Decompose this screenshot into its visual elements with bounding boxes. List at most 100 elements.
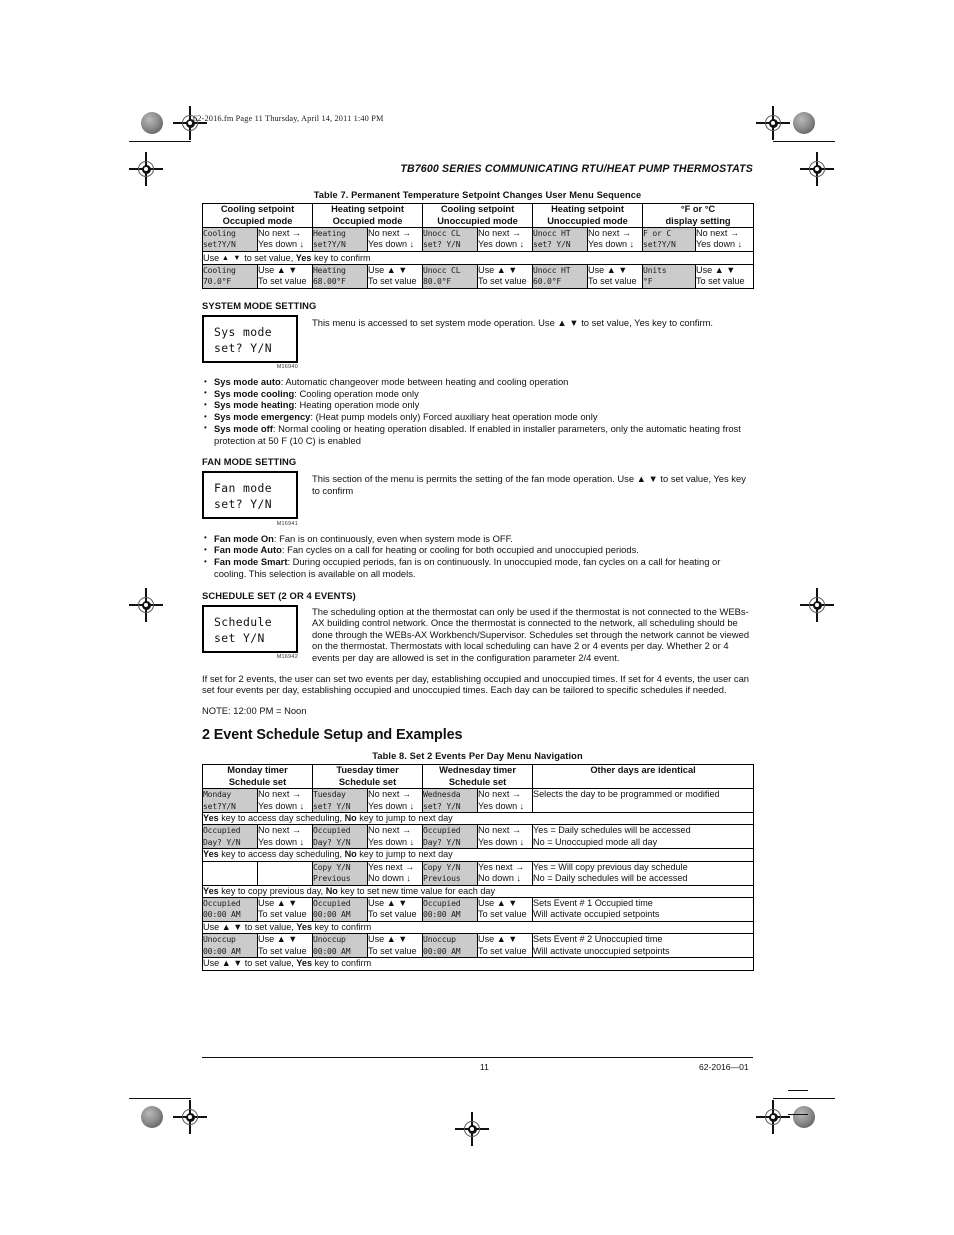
- fan-mode-heading: FAN MODE SETTING: [202, 456, 297, 468]
- yes-key-label: Yes: [295, 252, 312, 263]
- registration-mark-right: [800, 152, 834, 186]
- lcd-screen-cell: Unoccup 00:00 AM: [202, 933, 258, 959]
- table8-instruction-row: Yes key to copy previous day, No key to …: [201, 884, 755, 898]
- lcd-screen-cell: Occupied 00:00 AM: [202, 897, 258, 922]
- lcd-screen-cell: Unoccup 00:00 AM: [422, 933, 479, 959]
- key-action-cell: Use ▲ ▼ To set value: [587, 264, 644, 289]
- table7-permanent-setpoint-menu: Cooling setpoint Occupied mode Heating set…: [201, 202, 755, 289]
- footer-rule: [202, 1057, 753, 1059]
- key-action-cell: Use ▲ ▼ To set value: [477, 264, 534, 289]
- empty-cell: [256, 860, 314, 886]
- lcd-screen-cell: Heating 68.00°F: [312, 264, 368, 289]
- table8-caption: Table 8. Set 2 Events Per Day Menu Navig…: [372, 751, 583, 762]
- table8-column-header: Wednesday timer Schedule set: [422, 764, 534, 790]
- bullet-term: Sys mode heating: [214, 399, 295, 411]
- bullet-term: Sys mode auto: [214, 376, 281, 387]
- system-mode-bullet-list: Sys mode auto: Automatic changeover mode…: [202, 376, 753, 446]
- halftone-dot-bottom-left: [141, 1106, 163, 1128]
- bullet-item: Fan mode Smart: During occupied periods,…: [202, 556, 753, 579]
- table8-header-row: Monday timer Schedule set Tuesday timer Sch…: [201, 764, 755, 790]
- bullet-term: Sys mode cooling: [214, 387, 295, 399]
- lcd-line-1: Fan mode: [214, 481, 273, 496]
- trim-line-top-right: [773, 141, 835, 143]
- schedule-set-block: Schedule set Y/N M16942 The scheduling o…: [202, 604, 753, 664]
- key-action-cell: Yes next → No down ↓: [367, 860, 424, 886]
- key-action-cell: No next → Yes down ↓: [477, 788, 534, 813]
- table8-column-header: Tuesday timer Schedule set: [312, 764, 424, 790]
- registration-mark-right-lower: [800, 588, 834, 622]
- lcd-line-2: set? Y/N: [214, 340, 273, 355]
- table8-column-header: Monday timer Schedule set: [201, 764, 314, 790]
- table8-data-row: Monday set?Y/N No next → Yes down ↓ Tuesday s…: [202, 788, 755, 813]
- lcd-screen-cell: Heating set?Y/N: [312, 227, 368, 252]
- description-cell: Sets Event # 1 Occupied time Will activat…: [532, 897, 755, 922]
- figure-number-m16940: M16940: [276, 364, 298, 370]
- key-action-cell: Yes next → No down ↓: [477, 860, 534, 886]
- filename-timestamp-stamp: 62-2016.fm Page 11 Thursday, April 14, 2…: [193, 114, 384, 123]
- key-action-cell: No next → Yes down ↓: [256, 824, 314, 850]
- table8-data-row: Copy Y/N Previous Yes next → No down ↓ Copy …: [202, 860, 755, 886]
- figure-number-m16941: M16941: [276, 520, 298, 527]
- no-key-label: No: [325, 885, 338, 896]
- trim-line-right-lower: [788, 1114, 808, 1116]
- key-action-cell: No next → Yes down ↓: [366, 227, 424, 252]
- schedule-set-lcd-figure: Schedule set Y/N M16942: [202, 604, 298, 660]
- lcd-screen-cell: Occupied Day? Y/N: [202, 824, 258, 850]
- key-action-cell: Use ▲ ▼ To set value: [367, 933, 424, 959]
- registration-mark-top-right: [756, 106, 790, 140]
- key-action-cell: Use ▲ ▼ To set value: [256, 897, 314, 922]
- key-action-cell: No next → Yes down ↓: [477, 824, 534, 850]
- lcd-screen-cell: Unocc CL set? Y/N: [422, 227, 479, 252]
- table7-column-header: Heating setpoint Occupied mode: [311, 202, 424, 229]
- bullet-item: Sys mode cooling: Cooling operation mode…: [202, 387, 753, 400]
- table8-data-row: Occupied 00:00 AM Use ▲ ▼ To set value Occup…: [202, 897, 755, 922]
- lcd-screen-cell: Occupied 00:00 AM: [312, 897, 369, 922]
- schedule-set-paragraph-2: If set for 2 events, the user can set tw…: [202, 672, 750, 696]
- table7-instruction-row: Use ▲ ▼ to set value, Yes key to confirm: [201, 250, 755, 266]
- table8-data-row: Occupied Day? Y/N No next → Yes down ↓ Occup…: [202, 824, 755, 850]
- halftone-dot-top-right: [793, 112, 815, 134]
- trim-line-bottom-left: [129, 1098, 191, 1100]
- lcd-screen-cell: Cooling 70.0°F: [202, 264, 258, 289]
- key-action-cell: No next → Yes down ↓: [477, 227, 534, 252]
- fan-mode-lcd-figure: Fan mode set? Y/N M16941: [202, 471, 298, 527]
- table7-row-prompt: Cooling set?Y/N No next → Yes down ↓ Heating…: [202, 227, 755, 252]
- table8-instruction-row: Yes key to access day scheduling, No key…: [201, 811, 755, 826]
- registration-mark-bottom-left: [173, 1100, 207, 1134]
- key-action-cell: Use ▲ ▼ To set value: [695, 264, 755, 289]
- running-header-title: TB7600 SERIES COMMUNICATING RTU/HEAT PUM…: [400, 163, 753, 175]
- key-action-cell: No next → Yes down ↓: [367, 824, 424, 850]
- registration-mark-left: [129, 152, 163, 186]
- fan-mode-block: Fan mode set? Y/N M16941 This section of…: [202, 471, 753, 527]
- key-action-cell: No next → Yes down ↓: [256, 788, 314, 813]
- bullet-term: Fan mode On: [214, 532, 274, 544]
- registration-mark-bottom-center: [455, 1112, 489, 1146]
- system-mode-block: Sys mode set? Y/N M16940 This menu is ac…: [202, 314, 753, 370]
- lcd-screen-cell: Copy Y/N Previous: [312, 860, 369, 886]
- trim-line-right-upper: [788, 1090, 808, 1092]
- trim-line-top-left: [129, 141, 191, 143]
- halftone-dot-top-left: [141, 112, 163, 134]
- key-action-cell: Use ▲ ▼ To set value: [477, 897, 534, 922]
- instruction-text: Use ▲ ▼ to set value, Yes key to confirm: [201, 920, 755, 935]
- lcd-screen-cell: Tuesday set? Y/N: [312, 788, 369, 813]
- bullet-item: Fan mode Auto: Fan cycles on a call for …: [202, 544, 753, 556]
- key-action-cell: No next → Yes down ↓: [695, 227, 755, 252]
- lcd-display-fan-mode: Fan mode set? Y/N: [202, 471, 298, 520]
- yes-key-label: Yes: [203, 849, 219, 860]
- bullet-term: Sys mode off: [214, 422, 273, 434]
- key-action-cell: Use ▲ ▼ To set value: [477, 933, 534, 959]
- table8-two-event-navigation: Monday timer Schedule set Tuesday timer Sch…: [201, 764, 755, 971]
- yes-key-label: Yes: [203, 812, 219, 823]
- table8-instruction-row: Use ▲ ▼ to set value, Yes key to confirm: [201, 957, 755, 971]
- key-action-cell: Use ▲ ▼ To set value: [367, 897, 424, 922]
- instruction-text: Yes key to access day scheduling, No key…: [201, 811, 755, 826]
- up-down-arrow-icon: ▲ ▼: [221, 252, 242, 262]
- trim-line-bottom-right: [773, 1098, 835, 1100]
- bullet-item: Sys mode heating: Heating operation mode…: [202, 399, 753, 411]
- page-content-column: Table 7. Permanent Temperature Setpoint …: [201, 190, 755, 971]
- lcd-screen-cell: Monday set?Y/N: [202, 788, 258, 813]
- yes-key-label: Yes: [296, 958, 313, 969]
- schedule-set-note: NOTE: 12:00 PM = Noon: [202, 704, 307, 716]
- lcd-display-sys-mode: Sys mode set? Y/N: [202, 314, 298, 363]
